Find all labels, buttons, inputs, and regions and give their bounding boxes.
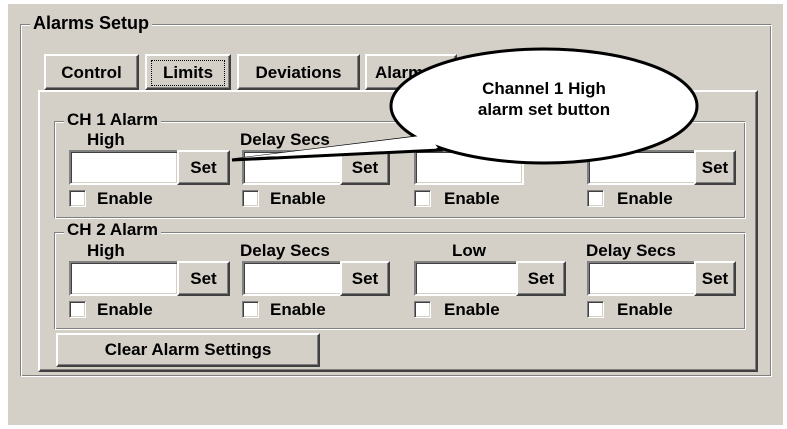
callout-text: Channel 1 High alarm set button [446,78,642,120]
callout-line2: alarm set button [477,100,611,119]
callout-balloon [231,47,699,165]
callout-line1: Channel 1 High [482,79,606,98]
